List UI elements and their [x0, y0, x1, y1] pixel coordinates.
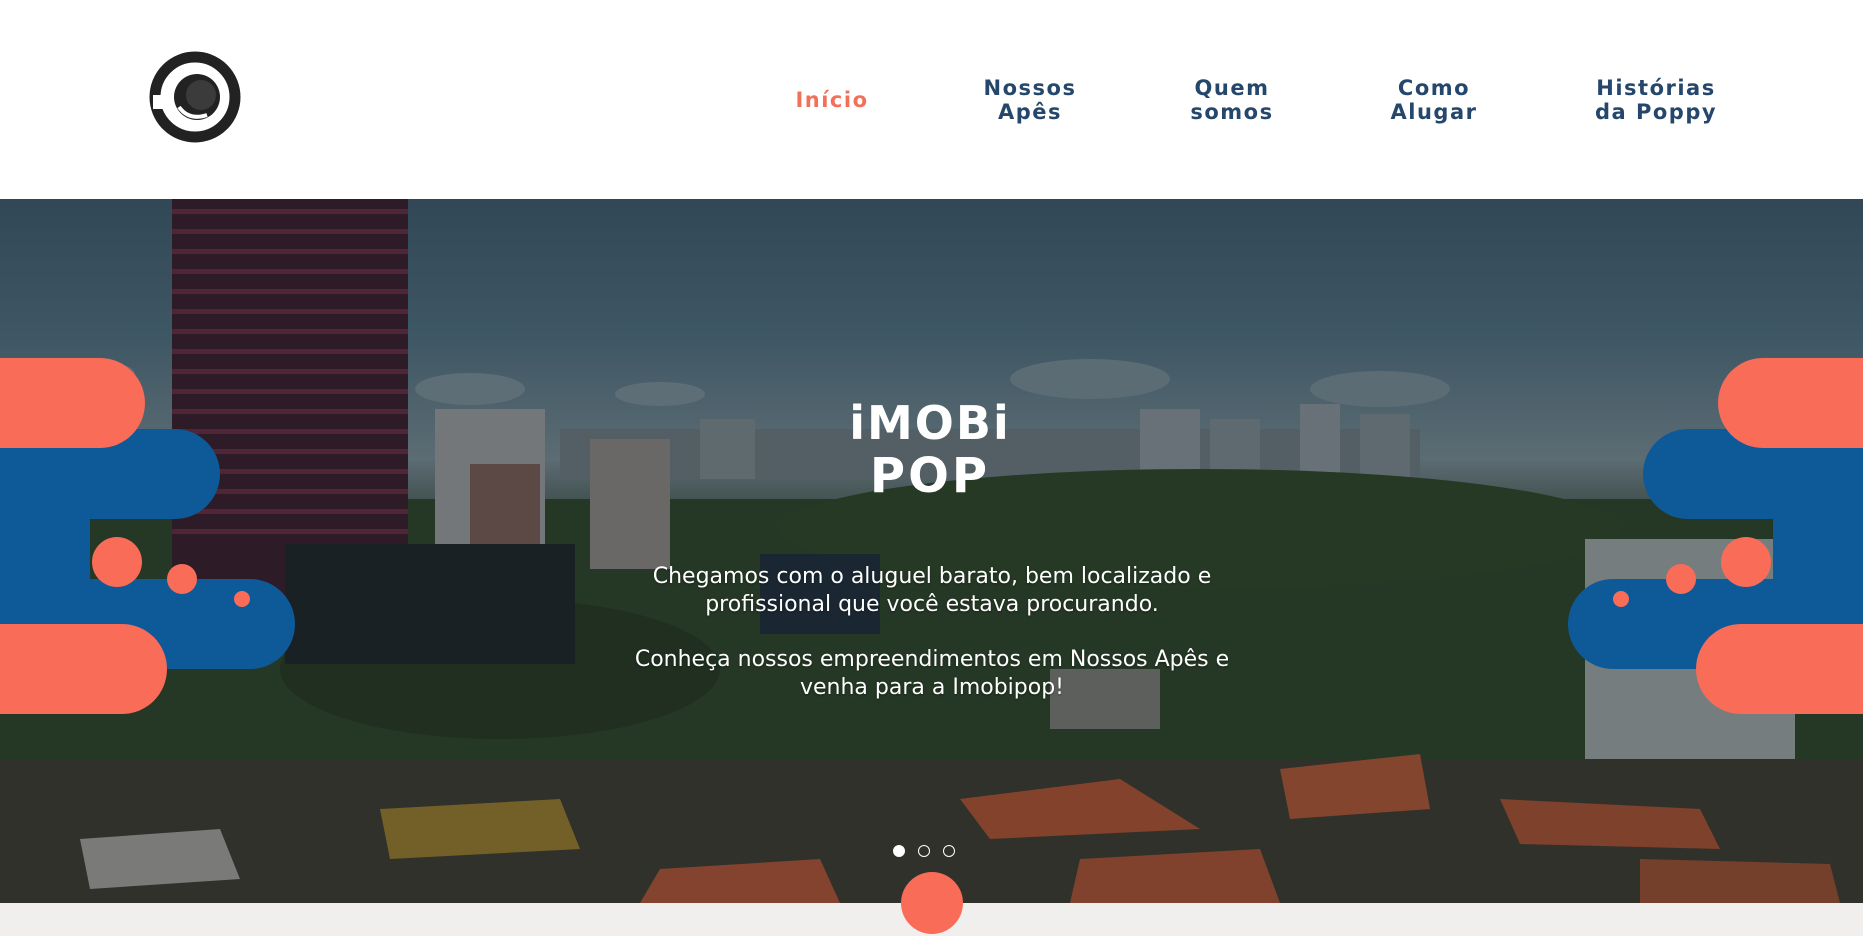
nav-item-como-alugar[interactable]: Como Alugar	[1372, 74, 1496, 126]
nav-item-quem-somos[interactable]: Quem somos	[1176, 74, 1288, 126]
slider-dot-1[interactable]	[893, 845, 905, 857]
nav-item-historias-da-poppy[interactable]: Histórias da Poppy	[1582, 74, 1730, 126]
nav-item-inicio[interactable]: Início	[782, 74, 882, 126]
brand-line-1: iMOBi	[849, 396, 1010, 450]
site-header: Início Nossos Apês Quem somos Como Aluga…	[0, 0, 1863, 199]
imobipop-circle-logo-icon[interactable]	[149, 51, 241, 143]
imobipop-wordmark: iMOBi POP	[849, 396, 1010, 499]
decorative-shapes-right	[1568, 358, 1863, 714]
slider-dot-2[interactable]	[918, 845, 930, 857]
scroll-down-circle[interactable]	[901, 872, 963, 934]
hero-cta-text: Conheça nossos empreendimentos em Nossos…	[634, 647, 1230, 700]
slider-dots	[893, 845, 973, 861]
slider-dot-3[interactable]	[943, 845, 955, 857]
nav-item-nossos-apes[interactable]: Nossos Apês	[972, 74, 1088, 126]
hero-banner: iMOBi POP Chegamos com o aluguel barato,…	[0, 199, 1863, 903]
decorative-shapes-left	[0, 358, 295, 714]
hero-tagline: Chegamos com o aluguel barato, bem local…	[652, 564, 1212, 617]
brand-line-2: POP	[870, 448, 990, 499]
